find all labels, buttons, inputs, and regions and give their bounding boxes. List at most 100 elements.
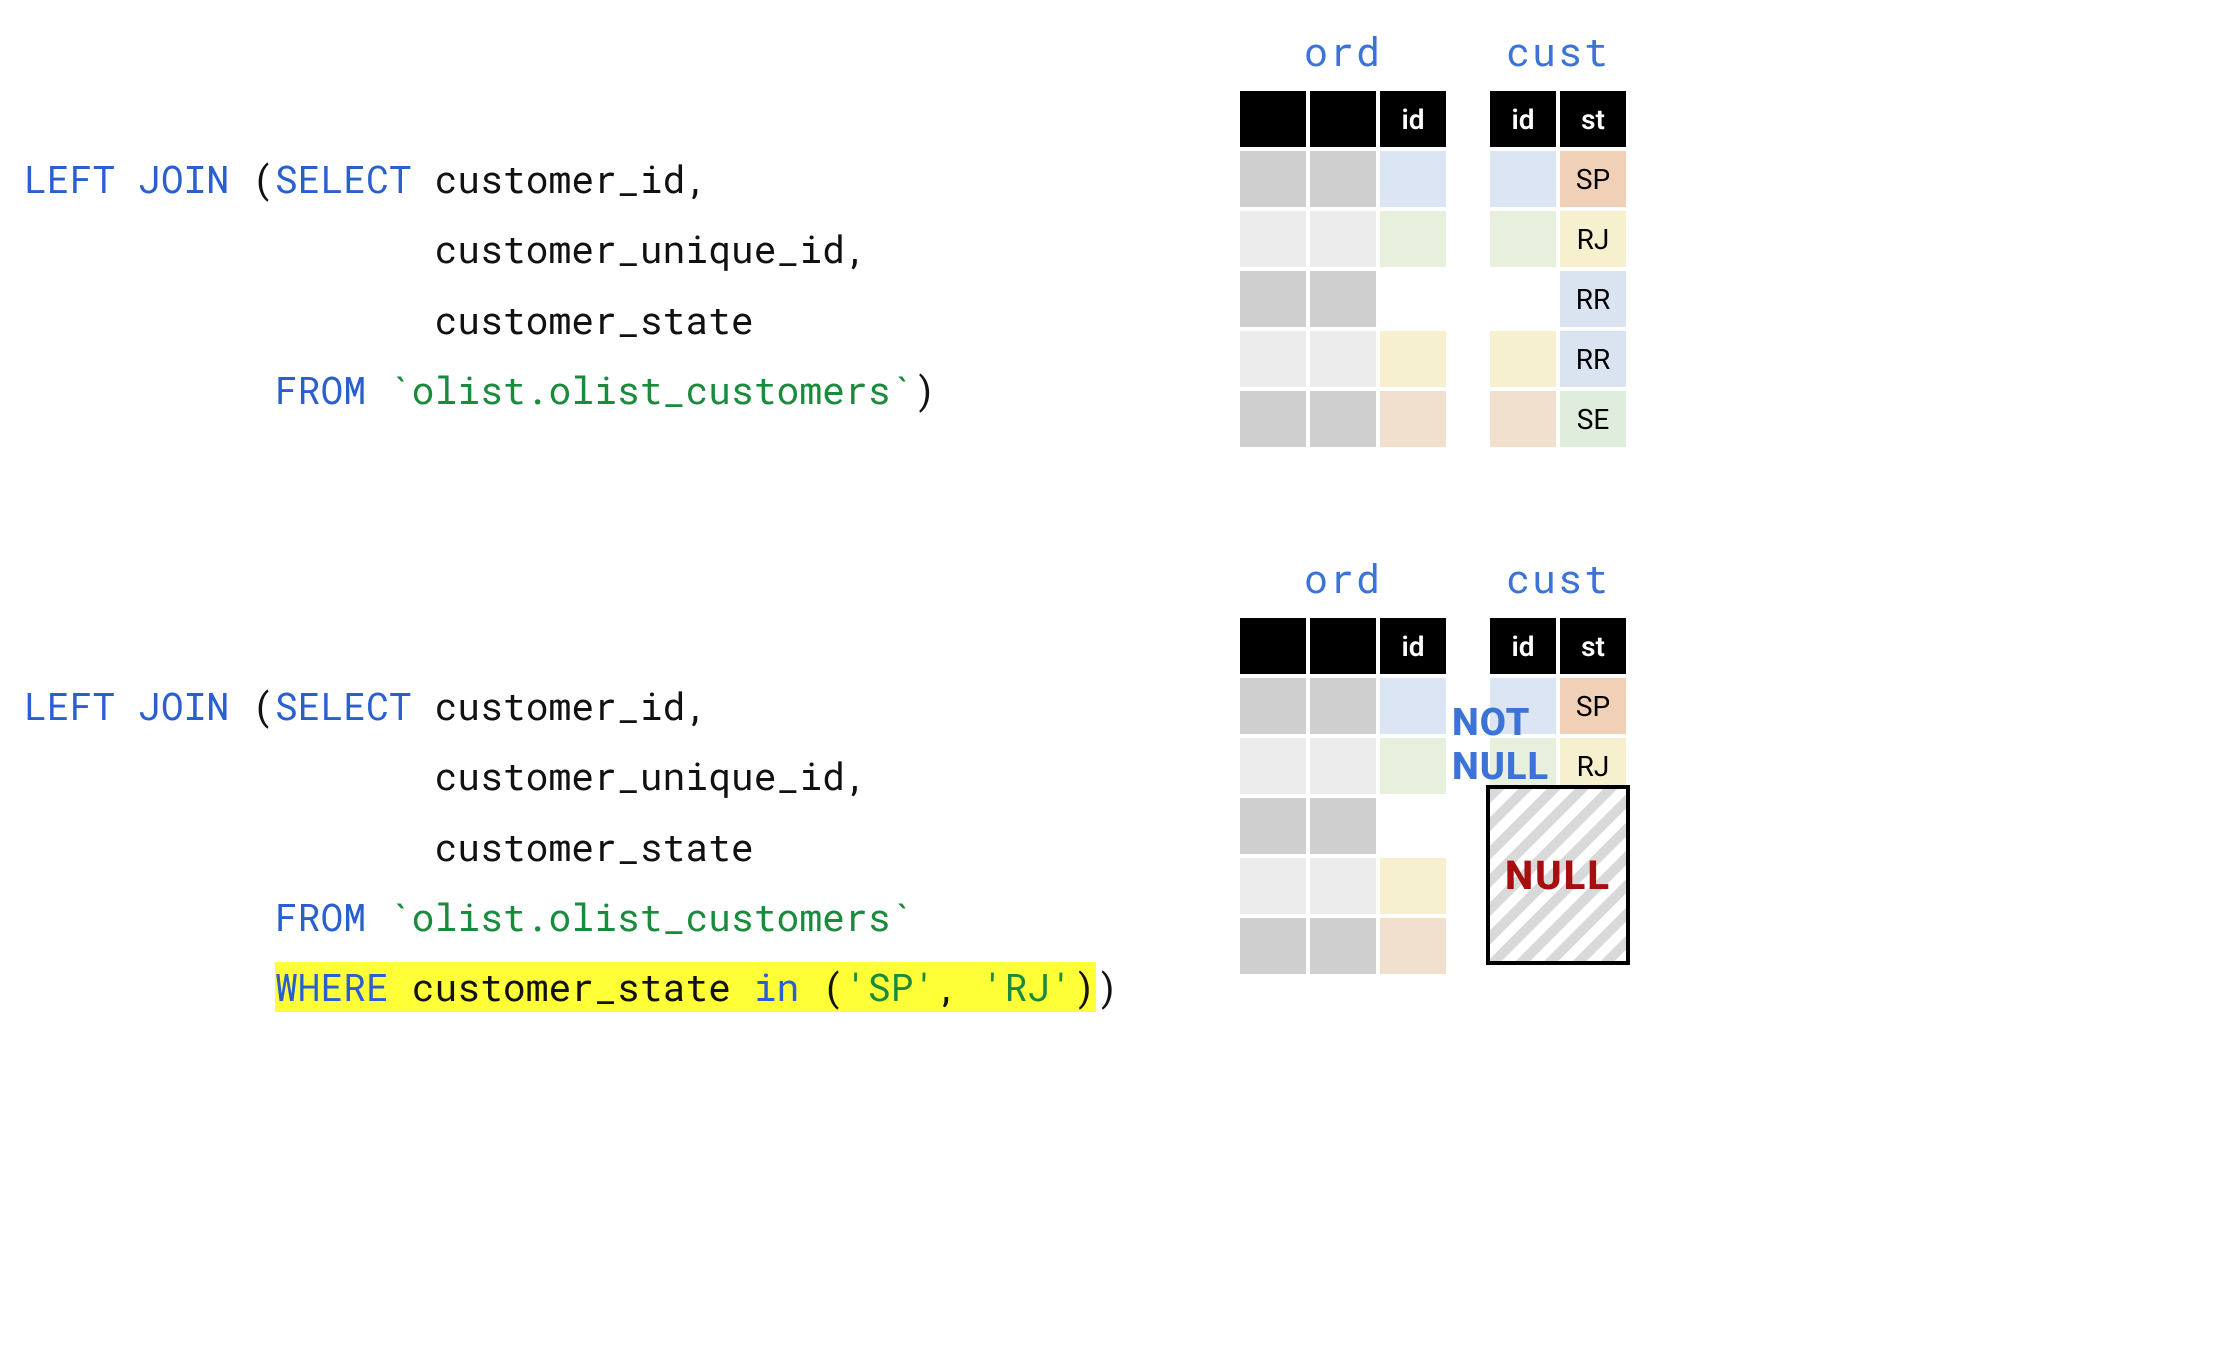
cust-title: cust: [1506, 24, 1610, 77]
paren-open: (: [252, 154, 275, 204]
col-customer-state: customer_state: [24, 295, 754, 345]
ord-title: ord: [1304, 24, 1382, 77]
paren-open: (: [822, 962, 845, 1012]
table-cell: [1380, 151, 1446, 207]
table-cell: [1380, 678, 1446, 734]
paren-open: (: [252, 681, 275, 731]
cust-table-block-2: cust idstSPRJ NOT NULL NULL: [1486, 551, 1630, 978]
table-cell: [1490, 858, 1556, 914]
sql-code-1: LEFT JOIN (SELECT customer_id, customer_…: [24, 24, 1204, 425]
example-block-1: LEFT JOIN (SELECT customer_id, customer_…: [24, 24, 2210, 451]
table-header: [1240, 618, 1306, 674]
table-cell: [1240, 678, 1306, 734]
table-name: `olist.olist_customers`: [389, 365, 914, 415]
cust-table-block-1: cust idstSPRJRRRRSE: [1486, 24, 1630, 451]
table-cell: [1240, 798, 1306, 854]
tables-2: ord id cust idstSPRJ NOT NULL NULL: [1236, 551, 1630, 978]
kw-left-join: LEFT JOIN: [24, 681, 252, 731]
table-header: id: [1380, 91, 1446, 147]
col-customer-unique-id: customer_unique_id,: [24, 224, 868, 274]
ord-table-1: id: [1236, 87, 1450, 451]
ord-table-block-1: ord id: [1236, 24, 1450, 451]
table-cell: [1310, 151, 1376, 207]
table-cell: RR: [1560, 271, 1626, 327]
table-cell: [1310, 391, 1376, 447]
ord-title: ord: [1304, 551, 1382, 604]
table-cell: RR: [1560, 331, 1626, 387]
table-cell: [1560, 858, 1626, 914]
highlighted-where-clause: WHERE customer_state in ('SP', 'RJ'): [275, 962, 1096, 1012]
table-cell: [1380, 858, 1446, 914]
outer-paren-close: ): [1096, 962, 1119, 1012]
table-cell: [1240, 858, 1306, 914]
table-name: `olist.olist_customers`: [389, 892, 914, 942]
kw-from: FROM: [275, 892, 389, 942]
table-header: [1240, 91, 1306, 147]
table-cell: [1310, 858, 1376, 914]
col-customer-id: customer_id,: [435, 681, 709, 731]
where-col: customer_state: [412, 962, 754, 1012]
indent: [24, 962, 275, 1012]
paren-close: ): [913, 365, 936, 415]
table-cell: [1240, 211, 1306, 267]
col-customer-unique-id: customer_unique_id,: [24, 751, 868, 801]
literal-rj: 'RJ': [982, 962, 1073, 1012]
table-header: [1310, 91, 1376, 147]
cust-table-1: idstSPRJRRRRSE: [1486, 87, 1630, 451]
table-cell: [1310, 211, 1376, 267]
table-header: id: [1380, 618, 1446, 674]
table-cell: [1490, 798, 1556, 854]
kw-in: in: [754, 962, 822, 1012]
table-header: st: [1560, 618, 1626, 674]
table-cell: [1310, 918, 1376, 974]
table-cell: [1240, 331, 1306, 387]
comma: ,: [936, 962, 982, 1012]
table-cell: SP: [1560, 678, 1626, 734]
indent: [24, 892, 275, 942]
literal-sp: 'SP': [845, 962, 936, 1012]
table-cell: [1310, 271, 1376, 327]
sql-code-2: LEFT JOIN (SELECT customer_id, customer_…: [24, 551, 1204, 1022]
table-cell: [1240, 151, 1306, 207]
table-cell: SP: [1560, 151, 1626, 207]
tables-1: ord id cust idstSPRJRRRRSE: [1236, 24, 1630, 451]
ord-table-block-2: ord id: [1236, 551, 1450, 978]
paren-close: ): [1073, 962, 1096, 1012]
indent: [24, 365, 275, 415]
table-cell: [1490, 678, 1556, 734]
table-cell: [1560, 798, 1626, 854]
kw-left-join: LEFT JOIN: [24, 154, 252, 204]
table-cell: [1240, 738, 1306, 794]
table-cell: [1490, 738, 1556, 794]
cust-title: cust: [1506, 551, 1610, 604]
kw-select: SELECT: [275, 681, 435, 731]
kw-select: SELECT: [275, 154, 435, 204]
table-cell: [1240, 918, 1306, 974]
table-cell: [1490, 211, 1556, 267]
cust-table-2: idstSPRJ: [1486, 614, 1630, 978]
ord-table-2: id: [1236, 614, 1450, 978]
table-cell: [1380, 271, 1446, 327]
table-cell: [1490, 918, 1556, 974]
table-cell: [1310, 798, 1376, 854]
table-cell: [1380, 738, 1446, 794]
table-cell: [1380, 391, 1446, 447]
table-cell: RJ: [1560, 211, 1626, 267]
col-customer-id: customer_id,: [435, 154, 709, 204]
table-header: id: [1490, 618, 1556, 674]
table-cell: [1380, 331, 1446, 387]
table-cell: [1310, 331, 1376, 387]
table-header: id: [1490, 91, 1556, 147]
example-block-2: LEFT JOIN (SELECT customer_id, customer_…: [24, 551, 2210, 1022]
col-customer-state: customer_state: [24, 822, 754, 872]
table-header: [1310, 618, 1376, 674]
table-cell: [1240, 271, 1306, 327]
table-cell: [1490, 391, 1556, 447]
table-cell: [1310, 678, 1376, 734]
table-cell: [1380, 798, 1446, 854]
table-cell: [1490, 331, 1556, 387]
kw-where: WHERE: [275, 962, 412, 1012]
table-cell: [1490, 151, 1556, 207]
kw-from: FROM: [275, 365, 389, 415]
table-header: st: [1560, 91, 1626, 147]
